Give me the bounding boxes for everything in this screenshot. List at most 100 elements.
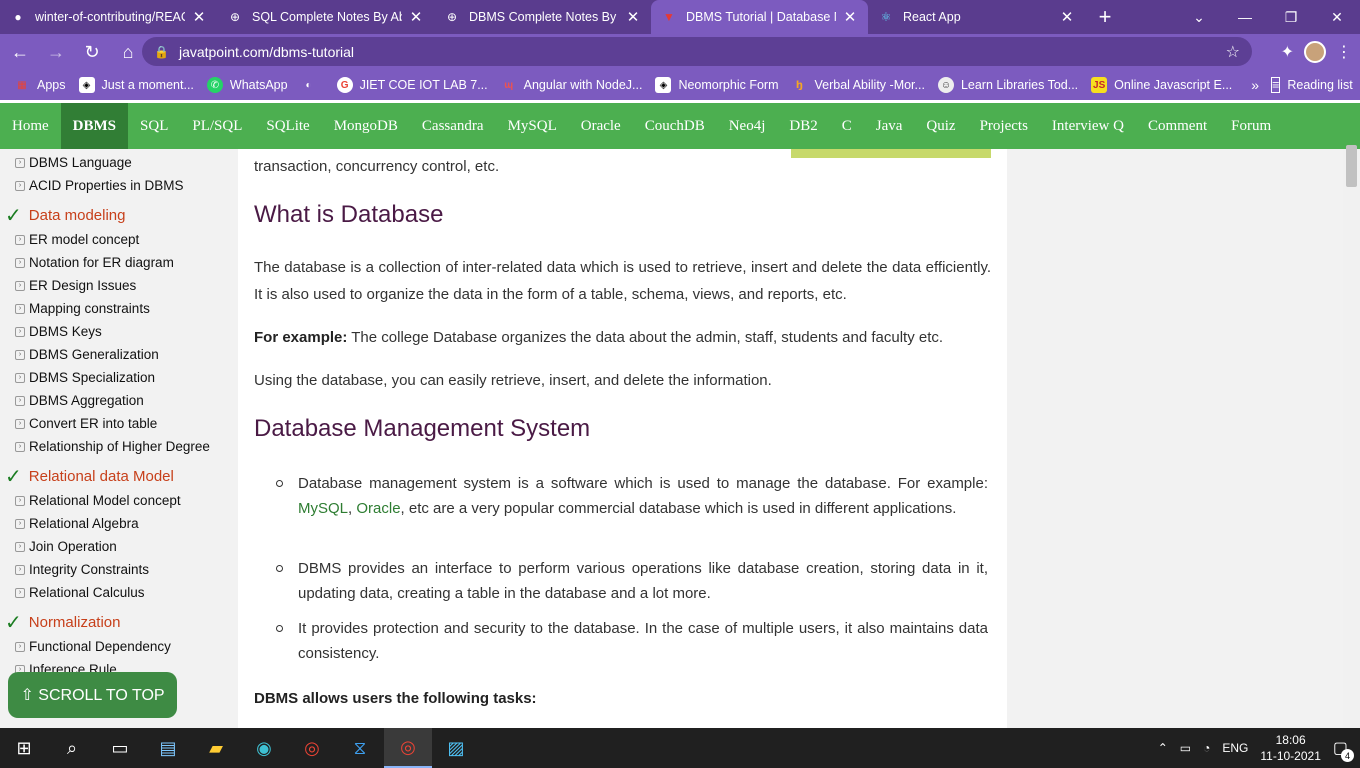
more-bookmarks-icon[interactable]: »: [1251, 77, 1259, 93]
bookmark-jiet[interactable]: G JIET COE IOT LAB 7...: [336, 77, 488, 93]
nav-forum[interactable]: Forum: [1219, 103, 1283, 149]
back-icon[interactable]: ←: [4, 36, 36, 68]
sidebar-item[interactable]: › ER model concept: [15, 232, 139, 247]
sidebar-item[interactable]: › Relational Algebra: [15, 516, 139, 531]
nav-interview-q[interactable]: Interview Q: [1040, 103, 1136, 149]
nav-neo4j[interactable]: Neo4j: [717, 103, 778, 149]
avatar[interactable]: [1304, 41, 1326, 63]
tab-search-icon[interactable]: ⌄: [1176, 0, 1222, 34]
tab-sql-notes[interactable]: ⊕ SQL Complete Notes By Abh ✕: [217, 0, 434, 34]
nav-projects[interactable]: Projects: [968, 103, 1040, 149]
close-icon[interactable]: ✕: [625, 8, 641, 26]
tab-dbms-notes[interactable]: ⊕ DBMS Complete Notes By Al ✕: [434, 0, 651, 34]
close-icon[interactable]: ✕: [1059, 8, 1075, 26]
sidebar-item[interactable]: › Notation for ER diagram: [15, 255, 174, 270]
chrome-icon[interactable]: ◎: [288, 728, 336, 768]
sidebar-item[interactable]: › Mapping constraints: [15, 301, 150, 316]
clock[interactable]: 18:06 11-10-2021: [1260, 732, 1321, 764]
bookmark-apps[interactable]: ▦ Apps: [14, 77, 65, 93]
sidebar-item[interactable]: › DBMS Keys: [15, 324, 102, 339]
language-indicator[interactable]: ENG: [1222, 741, 1248, 755]
computer-icon[interactable]: ▤: [144, 728, 192, 768]
close-icon[interactable]: ✕: [408, 8, 424, 26]
menu-icon[interactable]: ⋮: [1336, 42, 1352, 62]
bookmark-libraries[interactable]: ☺ Learn Libraries Tod...: [937, 77, 1078, 93]
sidebar-item-dbms-language[interactable]: › DBMS Language: [15, 155, 132, 170]
bookmark-globe[interactable]: ◐: [301, 77, 324, 93]
sidebar-item[interactable]: › Functional Dependency: [15, 639, 171, 654]
extensions-icon[interactable]: ✦: [1281, 42, 1294, 62]
nav-quiz[interactable]: Quiz: [914, 103, 967, 149]
sidebar-item[interactable]: › DBMS Specialization: [15, 370, 155, 385]
oracle-link[interactable]: Oracle: [356, 500, 400, 517]
sidebar-item[interactable]: › Join Operation: [15, 539, 117, 554]
nav-mongodb[interactable]: MongoDB: [322, 103, 410, 149]
scrollbar-thumb[interactable]: [1346, 145, 1357, 187]
battery-icon[interactable]: ▭: [1180, 741, 1191, 755]
page-scrollbar[interactable]: [1343, 149, 1360, 728]
bookmark-star-icon[interactable]: ☆: [1226, 42, 1240, 62]
list-text: Database management system is a software…: [298, 475, 988, 492]
bookmark-neomorphic[interactable]: ◈ Neomorphic Form: [655, 77, 778, 93]
tab-react-app[interactable]: ⚛ React App ✕: [868, 0, 1085, 34]
nav-dbms[interactable]: DBMS: [60, 103, 129, 149]
sidebar-item[interactable]: › Integrity Constraints: [15, 562, 149, 577]
sidebar-item[interactable]: › ER Design Issues: [15, 278, 136, 293]
lock-icon[interactable]: 🔒: [154, 45, 169, 59]
reload-icon[interactable]: ↻: [76, 36, 108, 68]
nav-home[interactable]: Home: [0, 103, 61, 149]
close-icon[interactable]: ✕: [191, 8, 207, 26]
minimize-icon[interactable]: —: [1222, 0, 1268, 34]
notification-icon[interactable]: ▢ 4: [1333, 738, 1354, 762]
new-tab-button[interactable]: +: [1085, 0, 1125, 34]
bookmark-whatsapp[interactable]: ✆ WhatsApp: [206, 77, 288, 93]
chevron-up-icon[interactable]: ⌃: [1158, 741, 1168, 755]
nav-c[interactable]: C: [830, 103, 864, 149]
nav-couchdb[interactable]: CouchDB: [633, 103, 717, 149]
nav-comment[interactable]: Comment: [1136, 103, 1219, 149]
nav-cassandra[interactable]: Cassandra: [410, 103, 496, 149]
sidebar-item[interactable]: › DBMS Generalization: [15, 347, 159, 362]
bookmark-angular[interactable]: ɰ Angular with NodeJ...: [501, 77, 642, 93]
mysql-link[interactable]: MySQL: [298, 500, 348, 517]
reading-list[interactable]: ≡ Reading list: [1271, 77, 1353, 93]
sidebar-item-acid[interactable]: › ACID Properties in DBMS: [15, 178, 184, 193]
close-icon[interactable]: ✕: [842, 8, 858, 26]
sidebar-item[interactable]: › Relational Model concept: [15, 493, 181, 508]
heading-what-is-database: What is Database: [254, 201, 444, 228]
restore-icon[interactable]: ❐: [1268, 0, 1314, 34]
bookmark-online-js[interactable]: JS Online Javascript E...: [1091, 77, 1232, 93]
sidebar-item-label: Relationship of Higher Degree: [29, 439, 210, 454]
bookmark-verbal[interactable]: ꜧ Verbal Ability -Mor...: [791, 77, 925, 93]
forward-icon[interactable]: →: [40, 36, 72, 68]
file-explorer-icon[interactable]: ▰: [192, 728, 240, 768]
tab-github[interactable]: ● winter-of-contributing/REAC ✕: [0, 0, 217, 34]
nav-oracle[interactable]: Oracle: [569, 103, 633, 149]
window-close-icon[interactable]: ✕: [1314, 0, 1360, 34]
sidebar-item[interactable]: › Relationship of Higher Degree: [15, 439, 210, 454]
task-view-icon[interactable]: ▭: [96, 728, 144, 768]
sidebar-item[interactable]: › Relational Calculus: [15, 585, 145, 600]
home-icon[interactable]: ⌂: [112, 36, 144, 68]
photos-icon[interactable]: ▨: [432, 728, 480, 768]
windows-start-icon[interactable]: ⊞: [0, 728, 48, 768]
nav-sql[interactable]: SQL: [128, 103, 180, 149]
nav-mysql[interactable]: MySQL: [496, 103, 569, 149]
bookmark-just-a-moment[interactable]: ◈ Just a moment...: [78, 77, 194, 93]
nav-db2[interactable]: DB2: [777, 103, 829, 149]
search-icon[interactable]: ⌕: [48, 728, 96, 768]
tab-dbms-tutorial[interactable]: ▼ DBMS Tutorial | Database M ✕: [651, 0, 868, 34]
chrome-profile-icon[interactable]: ◎: [384, 728, 432, 768]
wifi-icon[interactable]: ◔: [1203, 741, 1210, 755]
vscode-icon[interactable]: ⧖: [336, 728, 384, 768]
nav-plsql[interactable]: PL/SQL: [180, 103, 254, 149]
sidebar-item[interactable]: › DBMS Aggregation: [15, 393, 144, 408]
nav-sqlite[interactable]: SQLite: [254, 103, 321, 149]
sidebar-section-data-modeling: ✓ Data modeling: [5, 203, 126, 228]
address-bar[interactable]: 🔒 javatpoint.com/dbms-tutorial ☆: [142, 37, 1252, 66]
paragraph-database: The database is a collection of inter-re…: [254, 259, 991, 303]
nav-java[interactable]: Java: [864, 103, 915, 149]
scroll-to-top-button[interactable]: ⇧ SCROLL TO TOP: [8, 672, 177, 718]
edge-icon[interactable]: ◉: [240, 728, 288, 768]
sidebar-item[interactable]: › Convert ER into table: [15, 416, 157, 431]
